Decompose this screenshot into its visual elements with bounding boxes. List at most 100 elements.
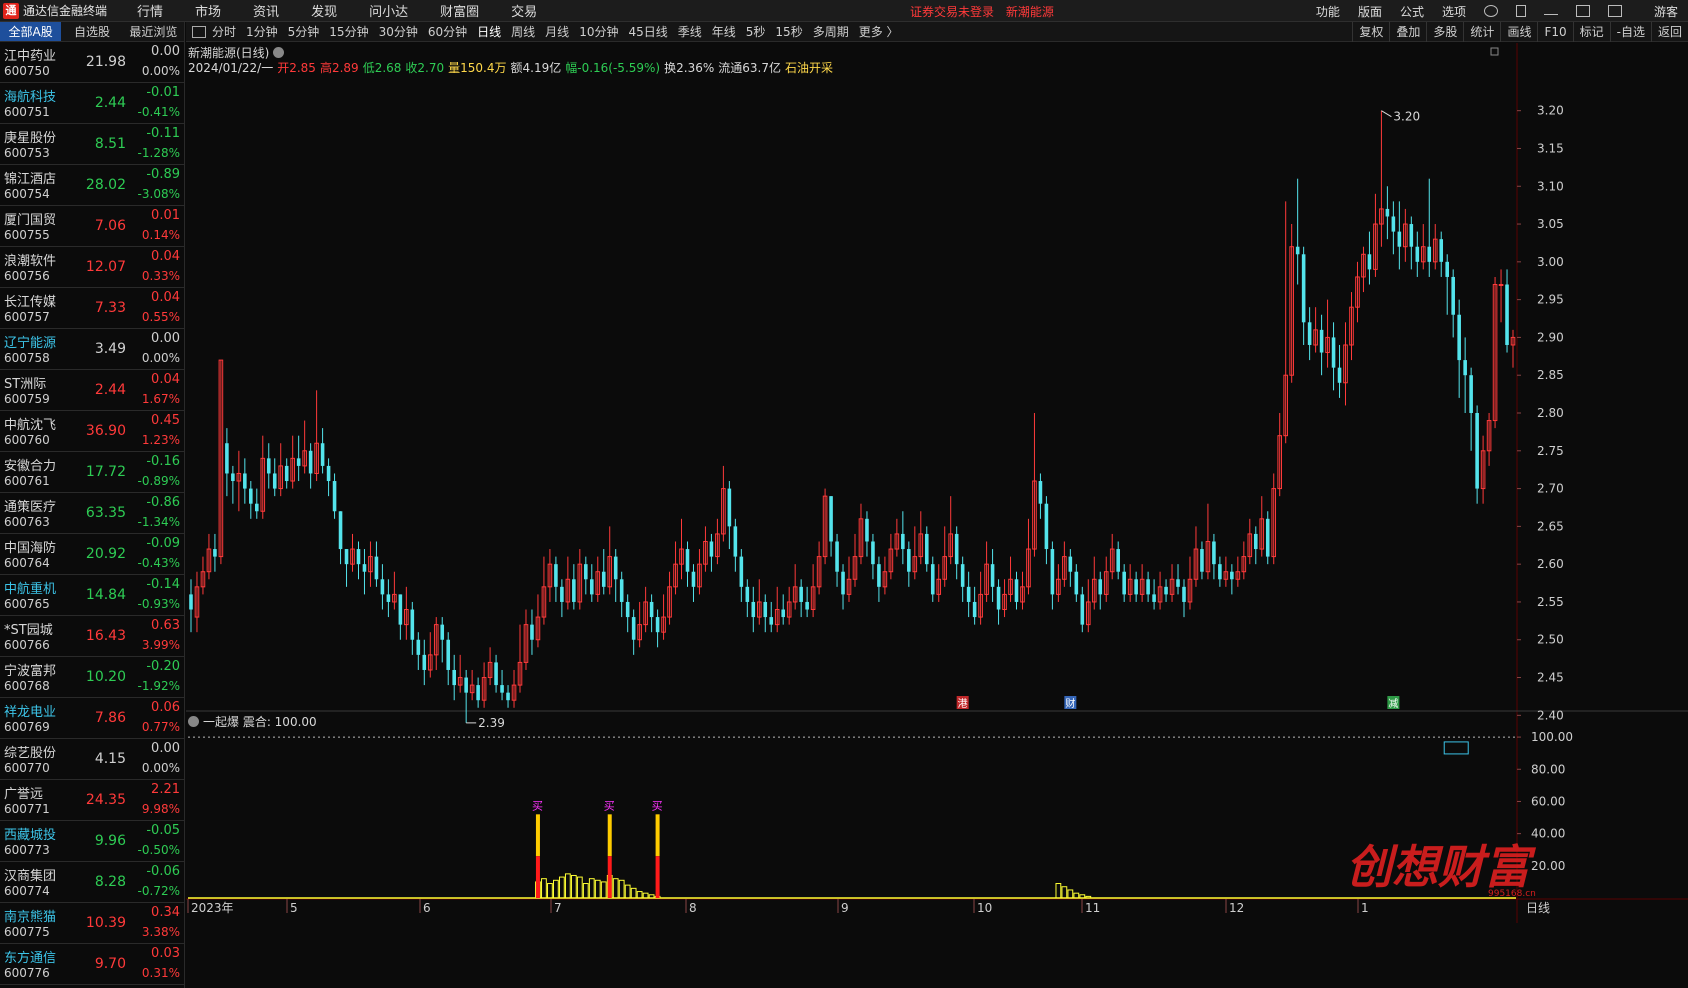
tab-all-a-shares[interactable]: 全部A股 [0, 22, 62, 41]
period-option[interactable]: 周线 [511, 23, 535, 40]
menu-discover[interactable]: 发现 [311, 1, 337, 20]
candle-body [1014, 579, 1019, 602]
app-title: 通达信金融终端 [23, 4, 108, 18]
period-option[interactable]: 5秒 [746, 23, 766, 40]
stock-row[interactable]: 辽宁能源 600758 3.49 0.00 0.00% [0, 329, 184, 370]
menu-news[interactable]: 资讯 [253, 1, 279, 20]
candle-body [769, 617, 774, 625]
stock-name: 长江传媒 [4, 295, 57, 310]
chart-tool-button[interactable]: 画线 [1500, 22, 1537, 42]
menu-options[interactable]: 选项 [1442, 3, 1466, 20]
chart-dropdown-icon[interactable] [273, 47, 285, 58]
chart-tool-button[interactable]: 叠加 [1389, 22, 1426, 42]
period-option[interactable]: 多周期 [813, 23, 849, 40]
period-option[interactable]: 日线 [477, 23, 501, 40]
tab-watchlist[interactable]: 自选股 [61, 22, 122, 41]
chart-tool-button[interactable]: F10 [1537, 22, 1572, 42]
stock-row[interactable]: 中航沈飞 600760 36.90 0.45 1.23% [0, 411, 184, 452]
stock-row[interactable]: 西藏城投 600773 9.96 -0.05 -0.50% [0, 821, 184, 862]
period-option[interactable]: 10分钟 [579, 23, 618, 40]
price-tick-label: 3.10 [1537, 179, 1564, 193]
period-option[interactable]: 更多 〉 [859, 23, 899, 40]
stock-row[interactable]: 宁波富邦 600768 10.20 -0.20 -1.92% [0, 657, 184, 698]
stock-row[interactable]: 中国海防 600764 20.92 -0.09 -0.43% [0, 534, 184, 575]
menu-layout[interactable]: 版面 [1358, 3, 1382, 20]
panel-toggle-icon[interactable] [192, 25, 206, 38]
period-option[interactable]: 季线 [678, 23, 702, 40]
tab-recent[interactable]: 最近浏览 [123, 22, 184, 41]
stock-row[interactable]: 通策医疗 600763 63.35 -0.86 -1.34% [0, 493, 184, 534]
period-option[interactable]: 30分钟 [379, 23, 418, 40]
document-icon[interactable] [1515, 5, 1526, 17]
info-sector[interactable]: 石油开采 [785, 61, 833, 75]
stock-row[interactable]: 祥龙电业 600769 7.86 0.06 0.77% [0, 698, 184, 739]
chart-tool-button[interactable]: 标记 [1572, 22, 1610, 42]
menu-market[interactable]: 市场 [195, 1, 221, 20]
stock-row[interactable]: 南京熊猫 600775 10.39 0.34 3.38% [0, 903, 184, 944]
period-option[interactable]: 45日线 [628, 23, 667, 40]
indicator-dropdown-icon[interactable] [188, 716, 199, 727]
stock-change-pct: 3.99% [141, 638, 180, 652]
chart-tool-button[interactable]: 多股 [1426, 22, 1463, 42]
period-option[interactable]: 15分钟 [329, 23, 368, 40]
stock-row[interactable]: 汉商集团 600774 8.28 -0.06 -0.72% [0, 862, 184, 903]
period-items: 分时 1分钟 5分钟 15分钟 30分钟 60分钟 日线 周线 月线 10分钟 45日线 季线 年线 5秒… [212, 23, 909, 40]
chart-tool-button[interactable]: 统计 [1463, 22, 1500, 42]
candle-body [243, 473, 247, 489]
stock-change-pct: 0.31% [141, 966, 180, 980]
stock-row[interactable]: 海航科技 600751 2.44 -0.01 -0.41% [0, 83, 184, 124]
candle-body [284, 465, 289, 482]
period-option[interactable]: 5分钟 [288, 23, 320, 40]
indicator-tick-label: 40.00 [1531, 827, 1565, 841]
stock-row[interactable]: 中航重机 600765 14.84 -0.14 -0.93% [0, 575, 184, 616]
stock-row[interactable]: 综艺股份 600770 4.15 0.00 0.00% [0, 739, 184, 780]
user-guest[interactable]: 游客 [1654, 3, 1678, 20]
refresh-icon[interactable] [1483, 5, 1498, 17]
stock-row[interactable]: 东方通信 600776 9.70 0.03 0.31% [0, 944, 184, 985]
stock-row[interactable]: 长江传媒 600757 7.33 0.04 0.55% [0, 288, 184, 329]
stock-row[interactable]: 广誉远 600771 24.35 2.21 9.98% [0, 780, 184, 821]
minimize-icon[interactable] [1543, 7, 1558, 15]
menu-wealth-circle[interactable]: 财富圈 [440, 1, 479, 20]
stock-row[interactable]: *ST园城 600766 16.43 0.63 3.99% [0, 616, 184, 657]
stock-row[interactable]: 浪潮软件 600756 12.07 0.04 0.33% [0, 247, 184, 288]
candle-body [1331, 337, 1336, 368]
menu-formula[interactable]: 公式 [1400, 3, 1424, 20]
period-option[interactable]: 1分钟 [246, 23, 278, 40]
menu-ask-xiaoda[interactable]: 问小达 [369, 1, 408, 20]
stock-row[interactable]: 厦门国贸 600755 7.06 0.01 0.14% [0, 206, 184, 247]
indicator-bar [547, 883, 553, 899]
stock-code: 600763 [4, 515, 50, 529]
price-tick-label: 2.55 [1537, 595, 1564, 609]
message-icon[interactable] [1607, 5, 1622, 17]
stock-change-pct: 3.38% [141, 925, 180, 939]
stock-row[interactable]: 庚星股份 600753 8.51 -0.11 -1.28% [0, 124, 184, 165]
kline-chart[interactable]: 3.20 3.15 3.10 3.05 3.00 2.95 2.90 2.85 2.80 2.75… [186, 43, 1688, 988]
menu-function[interactable]: 功能 [1316, 3, 1340, 20]
chart-tool-button[interactable]: -自选 [1609, 22, 1651, 42]
candle-body [249, 488, 253, 504]
candle-body [500, 685, 504, 693]
period-option[interactable]: 年线 [712, 23, 736, 40]
period-option[interactable]: 分时 [212, 23, 236, 40]
stock-row[interactable]: 江中药业 600750 21.98 0.00 0.00% [0, 42, 184, 83]
chart-tool-button[interactable]: 返回 [1650, 22, 1688, 42]
menu-trade[interactable]: 交易 [511, 1, 537, 20]
stock-price: 14.84 [85, 587, 126, 603]
stock-name: 中航沈飞 [4, 418, 57, 433]
period-option[interactable]: 15秒 [775, 23, 802, 40]
period-option[interactable]: 60分钟 [428, 23, 467, 40]
menu-right: 功能 版面 公式 选项 游客 [1316, 0, 1688, 22]
candle-body [1409, 224, 1414, 247]
chart-tool-button[interactable]: 复权 [1352, 22, 1389, 42]
stock-name: 汉商集团 [4, 869, 57, 884]
stock-code: 600776 [4, 966, 50, 980]
stock-row[interactable]: ST洲际 600759 2.44 0.04 1.67% [0, 370, 184, 411]
maximize-icon[interactable] [1575, 5, 1590, 17]
info-turnover: 换2.36% [664, 61, 715, 75]
stock-row[interactable]: 安徽合力 600761 17.72 -0.16 -0.89% [0, 452, 184, 493]
stock-row[interactable]: 锦江酒店 600754 28.02 -0.89 -3.08% [0, 165, 184, 206]
menu-quotes[interactable]: 行情 [137, 1, 163, 20]
period-option[interactable]: 月线 [545, 23, 569, 40]
trade-login-notice[interactable]: 证券交易未登录 [910, 5, 994, 19]
